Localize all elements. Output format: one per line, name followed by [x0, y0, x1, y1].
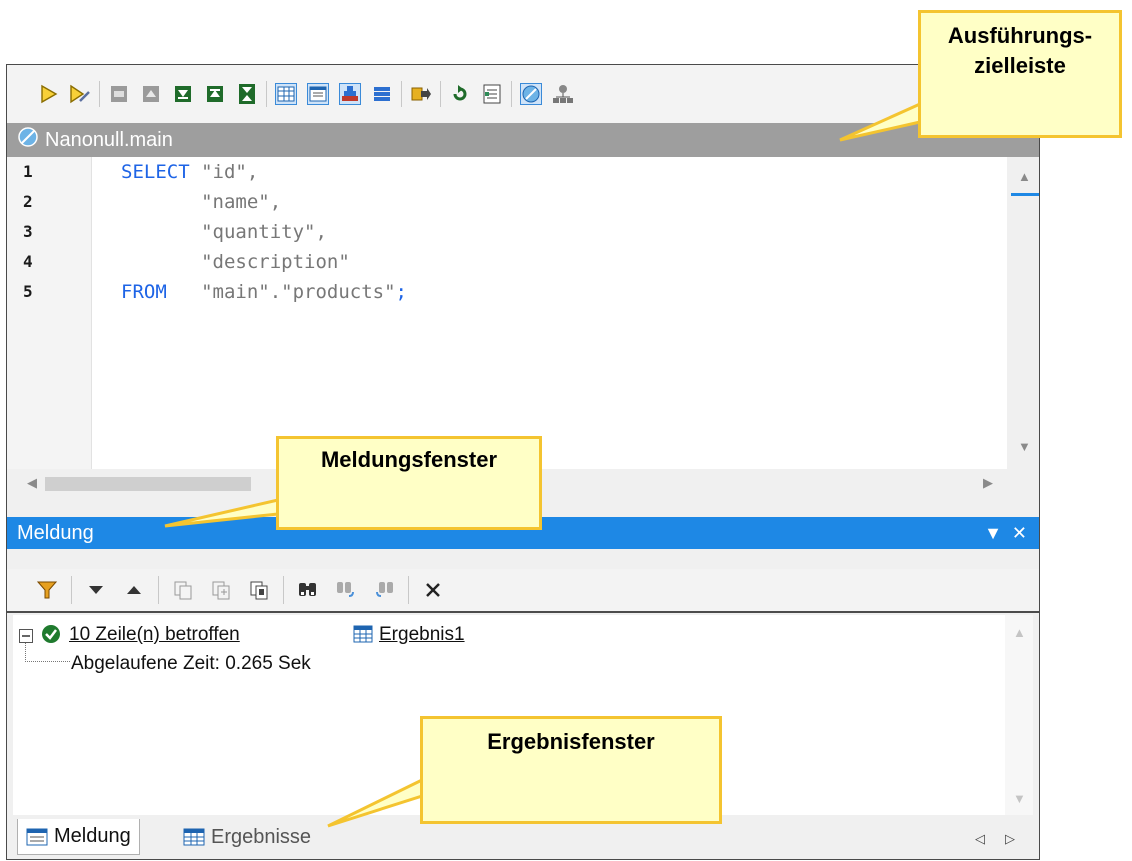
callout-text: Ausführungs- — [947, 23, 1093, 48]
callout-message-window: Meldungsfenster — [276, 436, 542, 530]
callout-results-window: Ergebnisfenster — [420, 716, 722, 824]
callout-execution-target-bar: Ausführungs- zielleiste — [918, 10, 1122, 138]
callout-text: zielleiste — [974, 53, 1066, 78]
